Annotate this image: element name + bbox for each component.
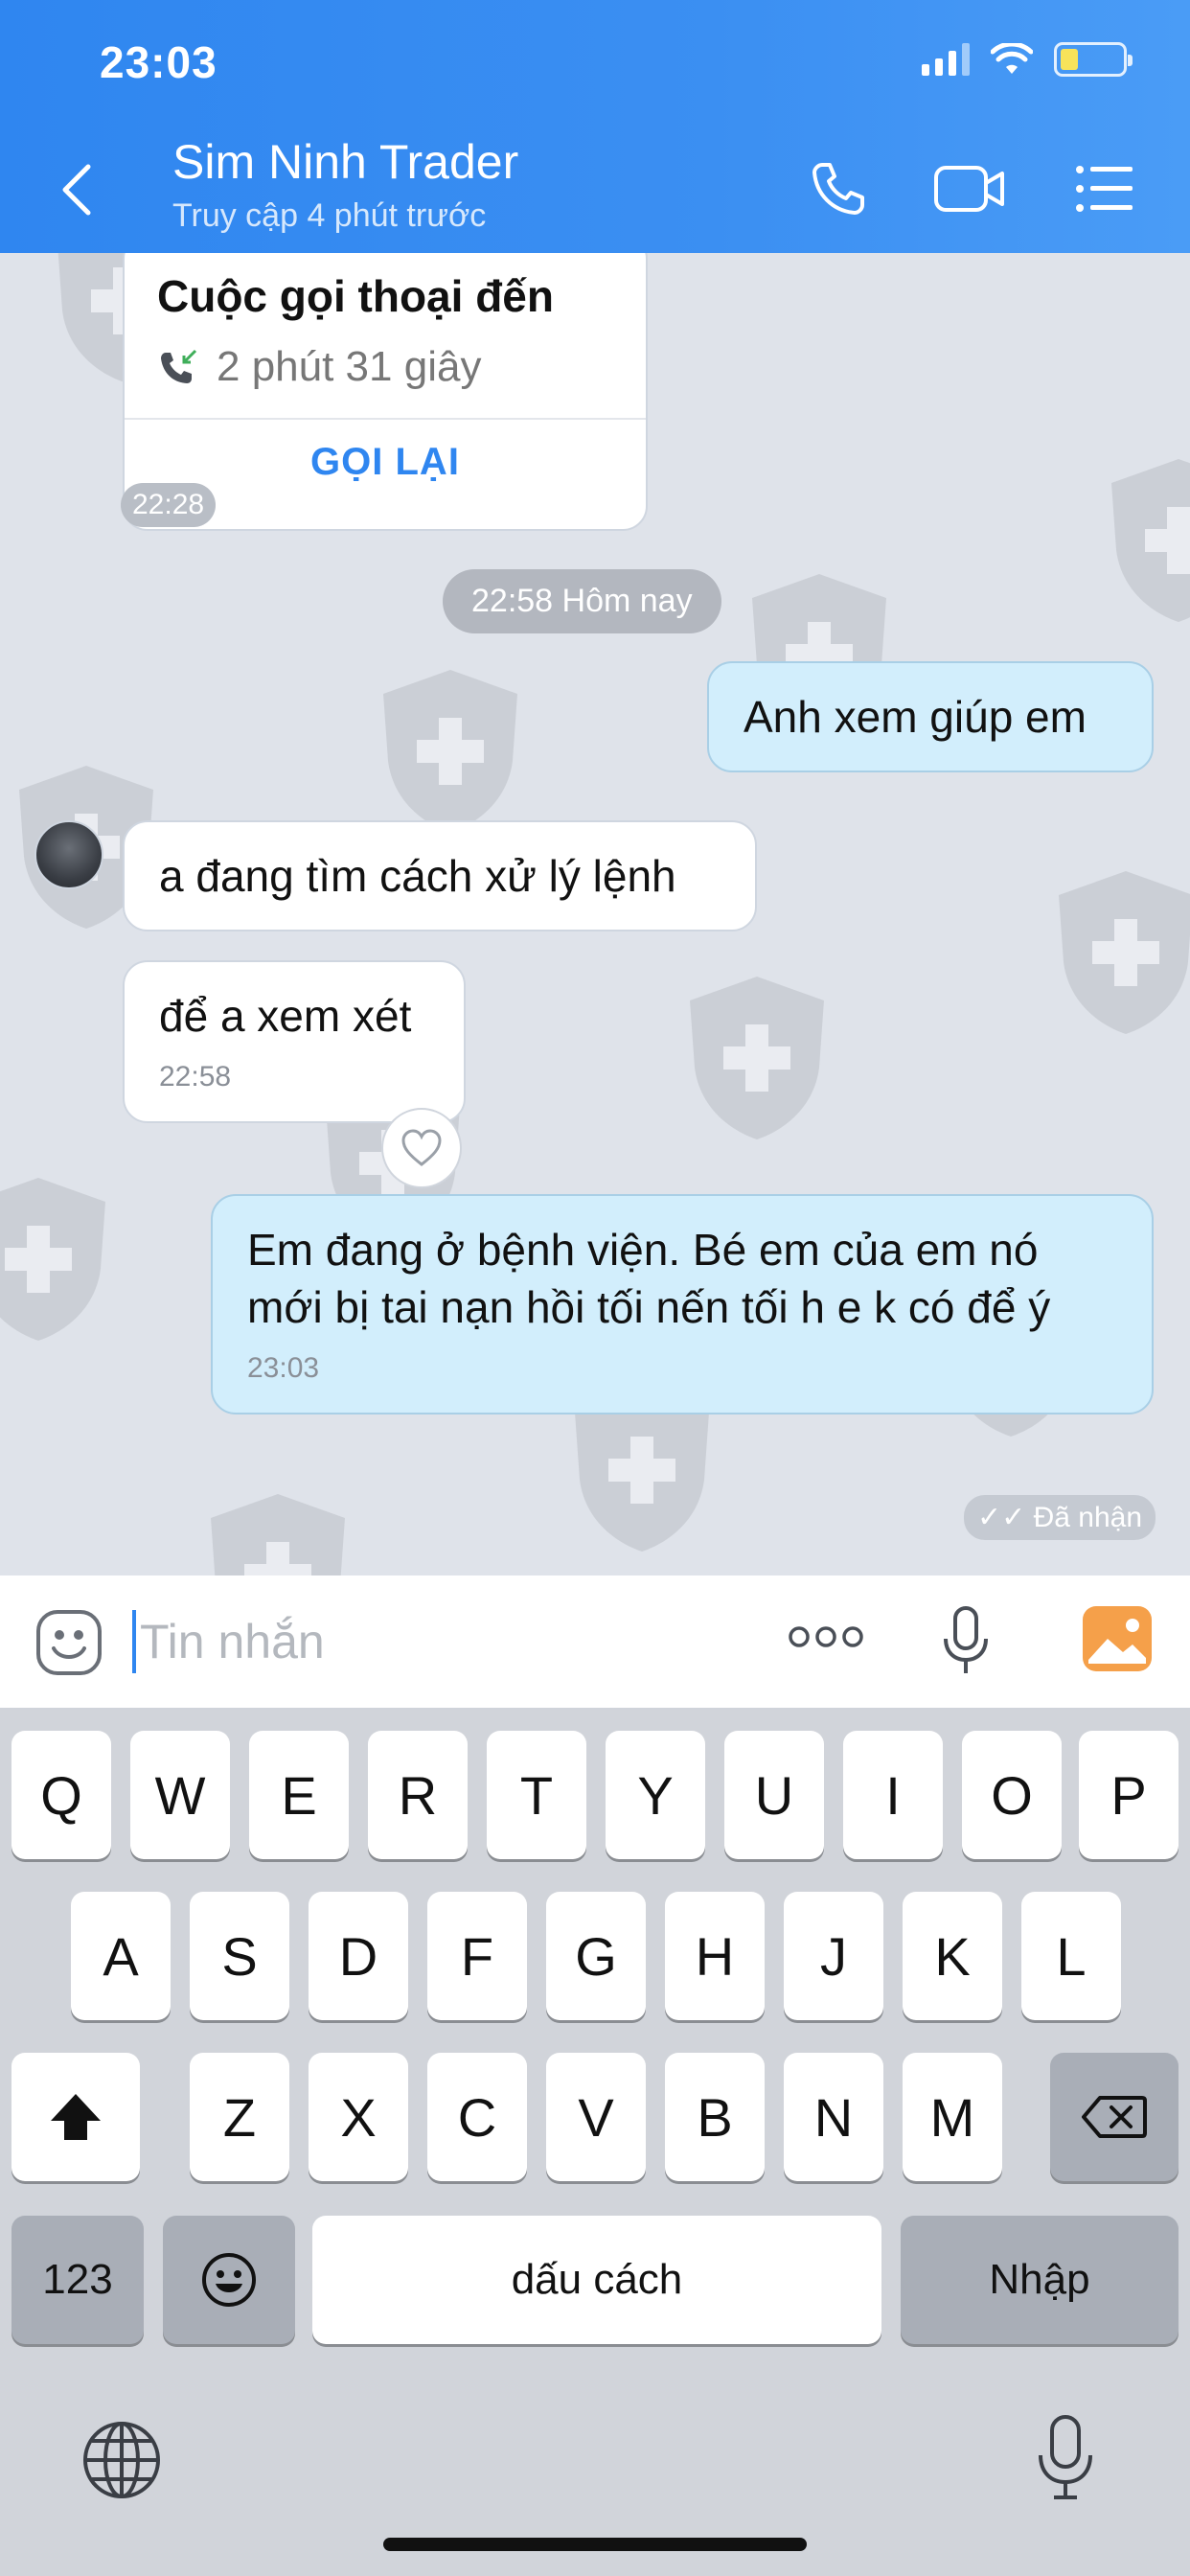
chevron-left-icon — [62, 164, 91, 216]
key-i[interactable]: I — [843, 1731, 943, 1859]
call-duration: 2 phút 31 giây — [217, 343, 482, 390]
key-z[interactable]: Z — [190, 2053, 289, 2181]
contact-last-seen: Truy cập 4 phút trước — [172, 197, 487, 234]
message-time: 23:03 — [247, 1352, 320, 1384]
key-v[interactable]: V — [546, 2053, 646, 2181]
shield-watermark-icon — [211, 1494, 345, 1576]
key-c[interactable]: C — [427, 2053, 527, 2181]
message-time: 22:58 — [159, 1061, 232, 1092]
incoming-message[interactable]: để a xem xét 22:58 — [123, 960, 466, 1123]
menu-button[interactable] — [1071, 155, 1138, 222]
dictation-button[interactable] — [1037, 2413, 1094, 2506]
shield-watermark-icon — [1059, 871, 1190, 1034]
voice-call-button[interactable] — [805, 155, 872, 222]
wifi-icon — [991, 43, 1033, 74]
message-text: a đang tìm cách xử lý lệnh — [159, 851, 676, 901]
contact-name[interactable]: Sim Ninh Trader — [172, 134, 518, 190]
heart-icon — [401, 1129, 442, 1166]
divider — [125, 418, 646, 420]
key-r[interactable]: R — [368, 1731, 468, 1859]
key-l[interactable]: L — [1021, 1892, 1121, 2020]
phone-icon — [812, 163, 864, 215]
microphone-icon — [1039, 2415, 1092, 2499]
key-d[interactable]: D — [309, 1892, 408, 2020]
key-o[interactable]: O — [962, 1731, 1062, 1859]
cellular-signal-icon — [922, 43, 970, 76]
key-u[interactable]: U — [724, 1731, 824, 1859]
key-t[interactable]: T — [487, 1731, 586, 1859]
call-card-time: 22:28 — [121, 483, 217, 527]
key-n[interactable]: N — [784, 2053, 883, 2181]
on-screen-keyboard: Q W E R T Y U I O P A S D F G H J K L Z … — [0, 1710, 1190, 2576]
emoji-key[interactable] — [163, 2216, 295, 2344]
backspace-key[interactable] — [1050, 2053, 1179, 2181]
key-x[interactable]: X — [309, 2053, 408, 2181]
key-j[interactable]: J — [784, 1892, 883, 2020]
voice-message-button[interactable] — [941, 1604, 991, 1682]
key-s[interactable]: S — [190, 1892, 289, 2020]
outgoing-message[interactable]: Anh xem giúp em — [707, 661, 1154, 772]
react-button[interactable] — [381, 1108, 462, 1188]
text-cursor — [132, 1610, 136, 1673]
outgoing-message[interactable]: Em đang ở bệnh viện. Bé em của em nó mới… — [211, 1194, 1154, 1414]
microphone-icon — [944, 1606, 988, 1673]
incoming-message[interactable]: a đang tìm cách xử lý lệnh — [123, 820, 757, 932]
shield-watermark-icon — [383, 670, 517, 833]
message-text: Em đang ở bệnh viện. Bé em của em nó mới… — [247, 1225, 1051, 1332]
key-p[interactable]: P — [1079, 1731, 1179, 1859]
shift-key[interactable] — [11, 2053, 140, 2181]
numbers-key[interactable]: 123 — [11, 2216, 144, 2344]
gallery-button[interactable] — [1081, 1604, 1154, 1678]
video-call-button[interactable] — [931, 155, 1008, 222]
key-h[interactable]: H — [665, 1892, 765, 2020]
status-icons — [922, 42, 1133, 77]
key-w[interactable]: W — [130, 1731, 230, 1859]
read-receipt: ✓✓ Đã nhận — [963, 1495, 1156, 1540]
more-dots-icon — [789, 1626, 863, 1647]
backspace-icon — [1082, 2096, 1147, 2138]
shield-watermark-icon — [690, 977, 824, 1139]
back-button[interactable] — [59, 161, 107, 218]
key-g[interactable]: G — [546, 1892, 646, 2020]
emoji-face-icon — [202, 2253, 256, 2307]
emoji-face-icon — [36, 1610, 102, 1675]
call-card-title: Cuộc gọi thoại đến — [157, 271, 554, 321]
key-y[interactable]: Y — [606, 1731, 705, 1859]
avatar[interactable] — [34, 820, 103, 889]
key-e[interactable]: E — [249, 1731, 349, 1859]
keyboard-switch-button[interactable] — [80, 2419, 163, 2506]
message-input[interactable]: Tin nhắn — [140, 1614, 325, 1669]
sticker-button[interactable] — [34, 1608, 103, 1682]
image-icon — [1083, 1606, 1152, 1671]
message-composer: Tin nhắn — [0, 1576, 1190, 1710]
globe-icon — [83, 2422, 160, 2498]
incoming-call-icon — [161, 349, 197, 383]
chat-header: 23:03 Sim Ninh Trader Truy cập 4 phút tr… — [0, 0, 1190, 253]
key-b[interactable]: B — [665, 2053, 765, 2181]
return-key[interactable]: Nhập — [901, 2216, 1179, 2344]
message-list[interactable]: Cuộc gọi thoại đến 2 phút 31 giây GỌI LẠ… — [0, 253, 1190, 1576]
key-q[interactable]: Q — [11, 1731, 111, 1859]
space-key[interactable]: dấu cách — [312, 2216, 881, 2344]
date-separator: 22:58 Hôm nay — [443, 569, 721, 633]
status-time: 23:03 — [100, 37, 217, 87]
shield-watermark-icon — [1111, 459, 1190, 622]
list-menu-icon — [1076, 166, 1133, 212]
key-f[interactable]: F — [427, 1892, 527, 2020]
shield-watermark-icon — [0, 1178, 105, 1341]
video-camera-icon — [934, 166, 1004, 212]
shift-arrow-icon — [51, 2094, 101, 2140]
key-a[interactable]: A — [71, 1892, 171, 2020]
call-back-button[interactable]: GỌI LẠI — [125, 441, 646, 484]
key-m[interactable]: M — [903, 2053, 1002, 2181]
key-k[interactable]: K — [903, 1892, 1002, 2020]
message-text: để a xem xét — [159, 991, 412, 1041]
more-options-button[interactable] — [788, 1623, 864, 1655]
home-indicator[interactable] — [383, 2538, 807, 2551]
message-text: Anh xem giúp em — [744, 692, 1087, 742]
battery-icon — [1054, 42, 1133, 77]
